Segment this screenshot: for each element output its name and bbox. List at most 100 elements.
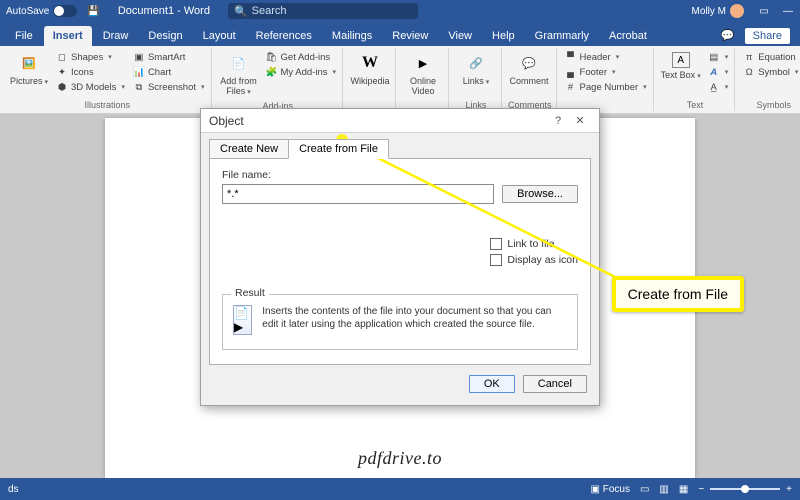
footer-button[interactable]: ▄Footer — [563, 65, 649, 79]
group-text-label: Text — [660, 100, 731, 110]
link-to-file-checkbox[interactable]: Link to file — [490, 238, 578, 250]
links-button[interactable]: 🔗 Links — [455, 50, 497, 90]
textbox-button[interactable]: A Text Box — [660, 50, 702, 84]
comment-icon: 💬 — [518, 52, 540, 74]
tab-create-from-file[interactable]: Create from File — [288, 139, 389, 159]
result-text: Inserts the contents of the file into yo… — [262, 305, 567, 331]
tab-file[interactable]: File — [6, 26, 42, 46]
icons-button[interactable]: ✦Icons — [54, 65, 127, 79]
share-label: Share — [753, 30, 782, 42]
group-addins: 📄 Add from Files 🛍Get Add-ins 🧩My Add-in… — [214, 48, 344, 111]
user-account[interactable]: Molly M — [692, 4, 744, 18]
tab-view[interactable]: View — [439, 26, 481, 46]
group-text: A Text Box ▤ A A̲ Text — [656, 48, 736, 111]
addins-icon: 🧩 — [266, 66, 278, 78]
tab-acrobat[interactable]: Acrobat — [600, 26, 656, 46]
view-web-icon[interactable]: ▦ — [679, 484, 688, 495]
pagenumber-button[interactable]: #Page Number — [563, 80, 649, 94]
shapes-button[interactable]: ◻Shapes — [54, 50, 127, 64]
zoom-in-icon[interactable]: + — [786, 484, 792, 495]
tab-draw[interactable]: Draw — [94, 26, 138, 46]
tab-grammarly[interactable]: Grammarly — [526, 26, 598, 46]
dialog-titlebar[interactable]: Object ? ✕ — [201, 109, 599, 133]
3dmodels-label: 3D Models — [71, 82, 116, 93]
smartart-button[interactable]: ▣SmartArt — [131, 50, 207, 64]
zoom-control[interactable]: − + — [698, 484, 792, 495]
tab-review[interactable]: Review — [383, 26, 437, 46]
zoom-slider[interactable] — [710, 488, 780, 490]
file-name-input[interactable] — [222, 184, 494, 204]
group-links: 🔗 Links Links — [451, 48, 502, 111]
chart-button[interactable]: 📊Chart — [131, 65, 207, 79]
dropcap-icon: A̲ — [708, 81, 720, 93]
symbol-button[interactable]: ΩSymbol — [741, 65, 800, 79]
symbol-icon: Ω — [743, 66, 755, 78]
tab-create-new[interactable]: Create New — [209, 139, 288, 159]
pagenumber-label: Page Number — [580, 82, 639, 93]
online-video-button[interactable]: ▶ Online Video — [402, 50, 444, 98]
display-as-icon-checkbox[interactable]: Display as icon — [490, 254, 578, 266]
dropcap-button[interactable]: A̲ — [706, 80, 731, 94]
tab-help[interactable]: Help — [483, 26, 524, 46]
minimize-icon[interactable]: — — [782, 6, 794, 17]
ribbon-options-icon[interactable]: ▭ — [758, 6, 770, 17]
parts-icon: ▤ — [708, 51, 720, 63]
wikipedia-button[interactable]: W Wikipedia — [349, 50, 391, 88]
tab-layout[interactable]: Layout — [194, 26, 245, 46]
wordart-button[interactable]: A — [706, 65, 731, 79]
footer-label: Footer — [580, 67, 607, 78]
chart-label: Chart — [148, 67, 171, 78]
ribbon-tabs: File Insert Draw Design Layout Reference… — [0, 22, 800, 46]
share-button[interactable]: Share — [745, 28, 790, 44]
my-addins-label: My Add-ins — [281, 67, 328, 78]
result-legend: Result — [231, 287, 269, 299]
view-print-icon[interactable]: ▥ — [659, 484, 668, 495]
status-bar: ds ▣ Focus ▭ ▥ ▦ − + — [0, 478, 800, 500]
comments-icon[interactable]: 💬 — [721, 29, 735, 43]
save-icon[interactable]: 💾 — [87, 6, 99, 17]
get-addins-button[interactable]: 🛍Get Add-ins — [264, 50, 339, 64]
cube-icon: ⬢ — [56, 81, 68, 93]
title-bar: AutoSave 💾 Document1 - Word 🔍 Search Mol… — [0, 0, 800, 22]
tab-insert[interactable]: Insert — [44, 26, 92, 46]
screenshot-button[interactable]: ⧉Screenshot — [131, 80, 207, 94]
online-video-label: Online Video — [402, 76, 444, 96]
focus-button[interactable]: ▣ Focus — [590, 484, 629, 495]
pictures-button[interactable]: 🖼️ Pictures — [8, 50, 50, 90]
view-read-icon[interactable]: ▭ — [640, 484, 649, 495]
add-from-files-button[interactable]: 📄 Add from Files — [218, 50, 260, 100]
zoom-out-icon[interactable]: − — [698, 484, 704, 495]
get-addins-label: Get Add-ins — [281, 52, 331, 63]
toggle-switch-icon[interactable] — [53, 5, 77, 17]
quickparts-button[interactable]: ▤ — [706, 50, 731, 64]
browse-button[interactable]: Browse... — [502, 185, 578, 203]
equation-button[interactable]: πEquation — [741, 50, 800, 64]
comment-button[interactable]: 💬 Comment — [508, 50, 550, 88]
links-label: Links — [463, 76, 490, 88]
add-file-icon: 📄 — [228, 52, 250, 74]
group-comments: 💬 Comment Comments — [504, 48, 557, 111]
autosave-toggle[interactable]: AutoSave 💾 — [6, 5, 100, 17]
tab-references[interactable]: References — [247, 26, 321, 46]
screenshot-icon: ⧉ — [133, 81, 145, 93]
ok-button[interactable]: OK — [469, 375, 515, 393]
search-icon: 🔍 — [234, 5, 248, 18]
header-button[interactable]: ▀Header — [563, 50, 649, 64]
add-from-files-label: Add from Files — [218, 76, 260, 98]
screenshot-label: Screenshot — [148, 82, 196, 93]
dialog-pane: File name: Browse... Link to file Displa… — [209, 158, 591, 365]
tab-mailings[interactable]: Mailings — [323, 26, 381, 46]
cancel-button[interactable]: Cancel — [523, 375, 587, 393]
my-addins-button[interactable]: 🧩My Add-ins — [264, 65, 339, 79]
dialog-close-icon[interactable]: ✕ — [569, 114, 591, 127]
symbol-label: Symbol — [758, 67, 790, 78]
checkbox-icon — [490, 254, 502, 266]
group-symbols: πEquation ΩSymbol Symbols — [737, 48, 800, 111]
search-box[interactable]: 🔍 Search — [228, 3, 418, 19]
dialog-help-icon[interactable]: ? — [547, 115, 569, 127]
tab-design[interactable]: Design — [139, 26, 191, 46]
3dmodels-button[interactable]: ⬢3D Models — [54, 80, 127, 94]
wordart-icon: A — [708, 66, 720, 78]
group-symbols-label: Symbols — [741, 100, 800, 110]
textbox-icon: A — [672, 52, 690, 68]
